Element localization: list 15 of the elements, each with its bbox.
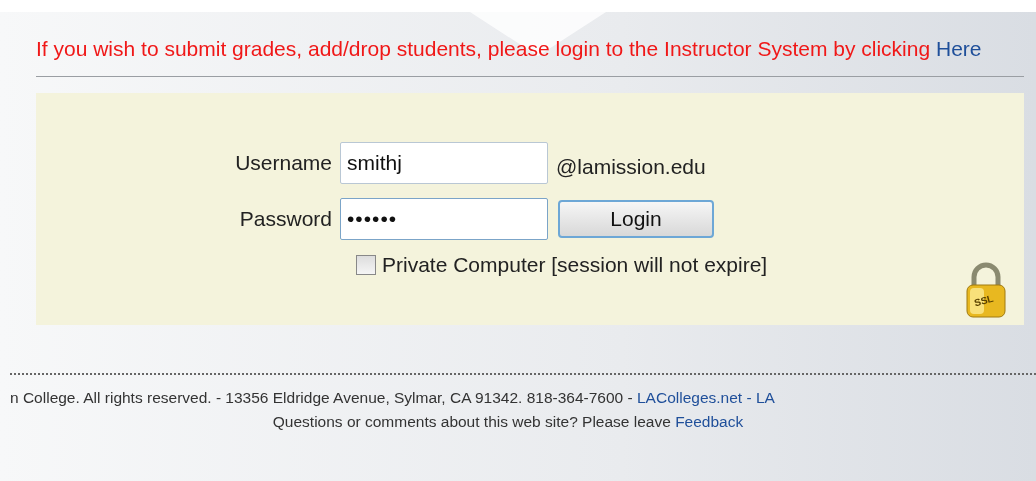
lacolleges-link[interactable]: LAColleges.net [637,389,743,406]
here-link[interactable]: Here [935,37,982,60]
la-link[interactable]: - LA [746,389,775,406]
instructor-notice: If you wish to submit grades, add/drop students, please login to the Instructor System by clicking Here [36,36,983,62]
feedback-link[interactable]: Feedback [675,413,744,430]
copyright-text: n College. All rights reserved. - 13356 Eldridge Avenue, Sylmar, CA 91342. 818-364-7600 - LAColleges.net - LA [10,389,776,407]
domain-label: @lamission.edu [556,155,706,179]
feedback-text: Questions or comments about this web site? Please leave Feedback [271,413,745,431]
private-checkbox[interactable] [356,255,376,275]
username-field[interactable]: smithj [340,142,548,184]
private-computer-label: Private Computer [session will not expire] [382,253,768,277]
password-field[interactable]: •••••• [340,198,548,240]
username-label: Username [234,151,333,175]
password-label: Password [238,207,333,231]
login-button[interactable]: Login [558,200,714,238]
